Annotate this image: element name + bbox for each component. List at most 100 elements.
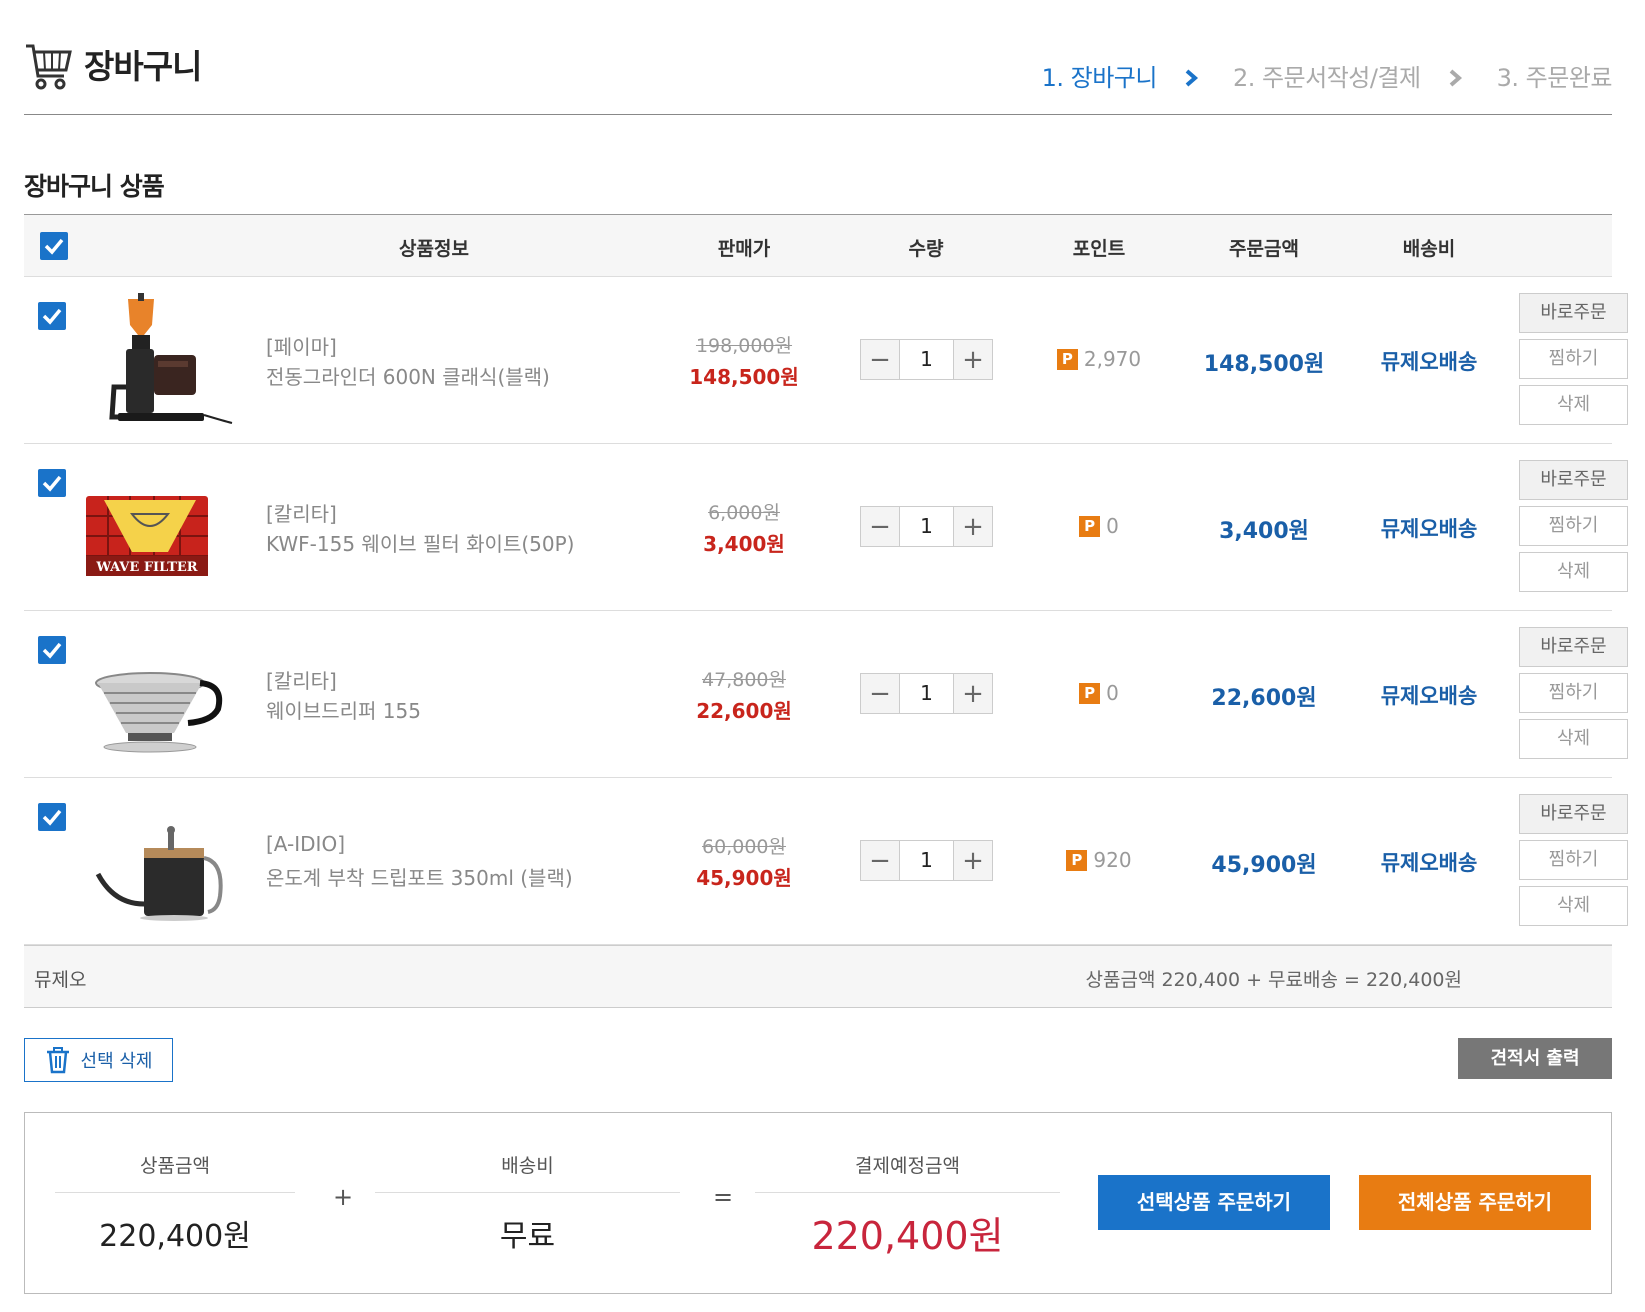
delete-button[interactable]: 삭제 bbox=[1519, 719, 1628, 759]
point-value: 2,970 bbox=[1083, 347, 1142, 371]
header-price: 판매가 bbox=[717, 238, 771, 260]
product-name-link[interactable]: 전동그라인더 600N 클래식(블랙) bbox=[266, 361, 550, 390]
product-image-dripper[interactable] bbox=[84, 625, 234, 765]
sale-price: 3,400원 bbox=[703, 532, 785, 556]
point-icon: P bbox=[1079, 515, 1101, 537]
print-quote-button[interactable]: 견적서 출력 bbox=[1458, 1038, 1612, 1079]
order-selected-button[interactable]: 선택상품 주문하기 bbox=[1098, 1175, 1330, 1230]
table-row: [A-IDIO] 온도계 부착 드립포트 350ml (블랙) 60,000원 … bbox=[24, 778, 1628, 945]
step-order-complete: 3. 주문완료 bbox=[1496, 64, 1613, 92]
shipping-method: 뮤제오배송 bbox=[1380, 517, 1478, 541]
summary-shipping: 배송비 무료 bbox=[375, 1151, 680, 1255]
wishlist-button[interactable]: 찜하기 bbox=[1519, 506, 1628, 546]
quantity-decrease-button[interactable]: − bbox=[861, 507, 900, 546]
product-brand: [페이마] bbox=[266, 335, 337, 359]
wishlist-button[interactable]: 찜하기 bbox=[1519, 673, 1628, 713]
header-shipping: 배송비 bbox=[1402, 238, 1456, 260]
seller-name: 뮤제오 bbox=[34, 969, 87, 991]
shipping-label: 배송비 bbox=[375, 1151, 680, 1193]
product-name-link[interactable]: 웨이브드리퍼 155 bbox=[266, 695, 421, 724]
buy-now-button[interactable]: 바로주문 bbox=[1519, 460, 1628, 500]
page-header: 장바구니 1. 장바구니 2. 주문서작성/결제 3. 주문완료 bbox=[24, 0, 1613, 115]
table-row: WAVE FILTER [칼리타] KWF-155 웨이브 필터 화이트(50P… bbox=[24, 444, 1628, 611]
wishlist-button[interactable]: 찜하기 bbox=[1519, 339, 1628, 379]
quantity-stepper: − 1 + bbox=[860, 673, 993, 714]
quantity-decrease-button[interactable]: − bbox=[861, 340, 900, 379]
chevron-right-icon bbox=[1443, 66, 1471, 87]
point-value: 920 bbox=[1093, 848, 1132, 872]
quantity-increase-button[interactable]: + bbox=[953, 674, 992, 713]
checkout-steps: 1. 장바구니 2. 주문서작성/결제 3. 주문완료 bbox=[1042, 58, 1613, 93]
delete-button[interactable]: 삭제 bbox=[1519, 552, 1628, 592]
item-checkbox[interactable] bbox=[38, 636, 66, 664]
shipping-method: 뮤제오배송 bbox=[1380, 350, 1478, 374]
wishlist-button[interactable]: 찜하기 bbox=[1519, 840, 1628, 880]
buy-now-button[interactable]: 바로주문 bbox=[1519, 627, 1628, 667]
points: P 920 bbox=[1014, 848, 1184, 872]
buy-now-button[interactable]: 바로주문 bbox=[1519, 293, 1628, 333]
shipping-value: 무료 bbox=[499, 1219, 556, 1254]
product-brand: [A-IDIO] bbox=[266, 832, 346, 856]
equals-sign: = bbox=[713, 1183, 734, 1211]
quantity-decrease-button[interactable]: − bbox=[861, 841, 900, 880]
quantity-increase-button[interactable]: + bbox=[953, 507, 992, 546]
row-actions: 바로주문 찜하기 삭제 bbox=[1519, 293, 1628, 431]
item-checkbox[interactable] bbox=[38, 302, 66, 330]
buy-now-button[interactable]: 바로주문 bbox=[1519, 794, 1628, 834]
quantity-stepper: − 1 + bbox=[860, 506, 993, 547]
table-row: [페이마] 전동그라인더 600N 클래식(블랙) 198,000원 148,5… bbox=[24, 277, 1628, 444]
delete-selected-label: 선택 삭제 bbox=[80, 1051, 153, 1072]
product-brand: [칼리타] bbox=[266, 502, 337, 526]
product-brand: [칼리타] bbox=[266, 669, 337, 693]
order-all-button[interactable]: 전체상품 주문하기 bbox=[1359, 1175, 1591, 1230]
table-row: [칼리타] 웨이브드리퍼 155 47,800원 22,600원 − 1 + P… bbox=[24, 611, 1628, 778]
delete-button[interactable]: 삭제 bbox=[1519, 886, 1628, 926]
point-icon: P bbox=[1066, 849, 1088, 871]
item-checkbox[interactable] bbox=[38, 803, 66, 831]
row-actions: 바로주문 찜하기 삭제 bbox=[1519, 794, 1628, 932]
product-image-grinder[interactable] bbox=[84, 291, 234, 431]
original-price: 198,000원 bbox=[695, 335, 793, 357]
subtotal-formula: 상품금액 220,400 + 무료배송 = 220,400원 bbox=[1085, 969, 1463, 991]
quantity-input[interactable]: 1 bbox=[900, 507, 953, 546]
seller-subtotal: 뮤제오 상품금액 220,400 + 무료배송 = 220,400원 bbox=[24, 945, 1612, 1008]
quantity-increase-button[interactable]: + bbox=[953, 841, 992, 880]
quantity-stepper: − 1 + bbox=[860, 339, 993, 380]
item-checkbox[interactable] bbox=[38, 469, 66, 497]
product-amount-value: 220,400원 bbox=[99, 1219, 251, 1254]
row-actions: 바로주문 찜하기 삭제 bbox=[1519, 627, 1628, 765]
quantity-input[interactable]: 1 bbox=[900, 340, 953, 379]
delete-selected-button[interactable]: 선택 삭제 bbox=[24, 1038, 173, 1082]
points: P 0 bbox=[1014, 681, 1184, 705]
points: P 2,970 bbox=[1014, 347, 1184, 371]
chevron-right-icon bbox=[1179, 66, 1207, 87]
total-label: 결제예정금액 bbox=[755, 1151, 1060, 1193]
quantity-increase-button[interactable]: + bbox=[953, 340, 992, 379]
product-name-link[interactable]: KWF-155 웨이브 필터 화이트(50P) bbox=[266, 528, 574, 557]
sale-price: 22,600원 bbox=[696, 699, 792, 723]
quantity-input[interactable]: 1 bbox=[900, 841, 953, 880]
step-order-payment: 2. 주문서작성/결제 bbox=[1232, 64, 1421, 92]
header-points: 포인트 bbox=[1072, 238, 1126, 260]
table-header: 상품정보 판매가 수량 포인트 주문금액 배송비 bbox=[24, 214, 1612, 277]
header-product-info: 상품정보 bbox=[399, 238, 469, 260]
point-value: 0 bbox=[1106, 681, 1119, 705]
quantity-decrease-button[interactable]: − bbox=[861, 674, 900, 713]
sale-price: 148,500원 bbox=[689, 365, 799, 389]
summary-product-amount: 상품금액 220,400원 bbox=[55, 1151, 295, 1255]
svg-text:WAVE FILTER: WAVE FILTER bbox=[95, 560, 197, 575]
quantity-input[interactable]: 1 bbox=[900, 674, 953, 713]
order-summary: 상품금액 220,400원 + 배송비 무료 = 결제예정금액 220,400원… bbox=[24, 1112, 1612, 1294]
select-all-checkbox[interactable] bbox=[40, 232, 68, 260]
original-price: 60,000원 bbox=[702, 836, 786, 858]
summary-total: 결제예정금액 220,400원 bbox=[755, 1151, 1060, 1260]
shopping-cart-icon bbox=[24, 40, 72, 90]
delete-button[interactable]: 삭제 bbox=[1519, 385, 1628, 425]
product-image-kettle[interactable] bbox=[84, 792, 234, 932]
product-image-filter[interactable]: WAVE FILTER bbox=[84, 458, 234, 598]
points: P 0 bbox=[1014, 514, 1184, 538]
cart-table: 상품정보 판매가 수량 포인트 주문금액 배송비 [페이마] 전동그라인더 60 bbox=[24, 214, 1628, 1008]
product-name-link[interactable]: 온도계 부착 드립포트 350ml (블랙) bbox=[266, 862, 573, 891]
order-amount: 148,500원 bbox=[1203, 352, 1325, 377]
order-amount: 3,400원 bbox=[1219, 519, 1309, 544]
